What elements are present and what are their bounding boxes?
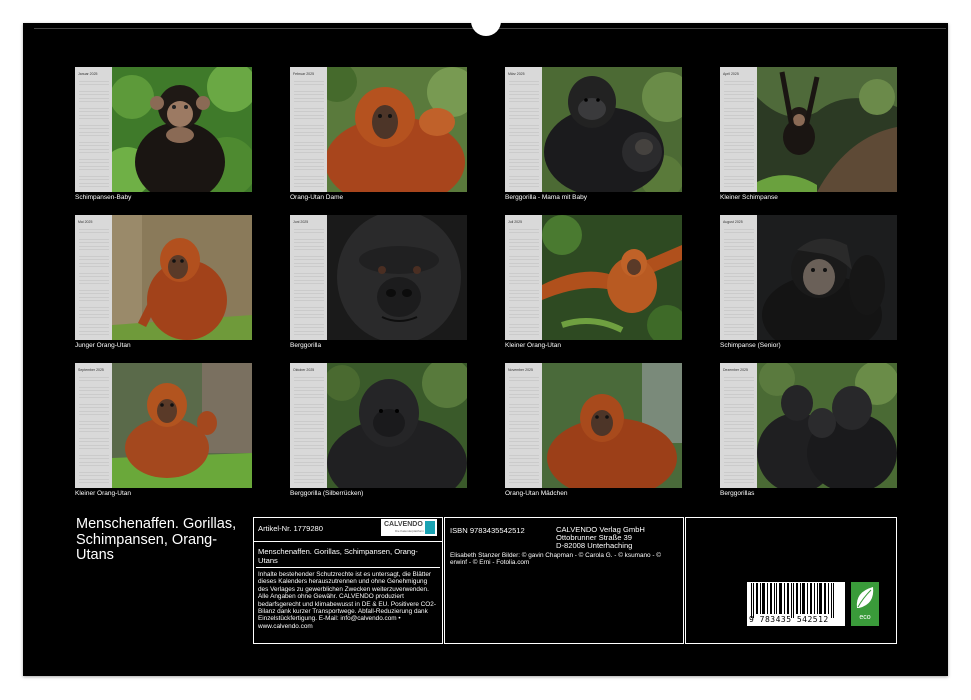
photo-orangutan-girl [542, 363, 682, 488]
photo-senior-chimpanzee [757, 215, 897, 340]
mini-calendar: Mai 2025 [75, 215, 113, 340]
eco-label: eco [859, 614, 871, 621]
month-label: Juni 2025 [293, 220, 309, 224]
eco-badge: eco [851, 582, 879, 626]
calvendo-logo: CALVENDO Die Kalenderplattform [381, 519, 437, 536]
month-label: März 2025 [508, 72, 525, 76]
month-tile-january[interactable]: Januar 2025 Schimpansen-Baby [75, 67, 252, 201]
article-number: Artikel-Nr. 1779280 [258, 524, 324, 533]
photo-gorilla-face [327, 215, 467, 340]
photo-caption: Berggorilla - Mama mit Baby [505, 194, 587, 201]
month-label: August 2025 [723, 220, 743, 224]
barcode-bars [751, 583, 834, 618]
photo-credits: Elisabeth Stanzer Bilder: © gavin Chapma… [450, 552, 661, 567]
photo-mountain-gorilla-mother-baby [542, 67, 682, 192]
mini-calendar: März 2025 [505, 67, 543, 192]
photo-caption: Schimpanse (Senior) [720, 342, 781, 349]
month-label: Januar 2025 [78, 72, 98, 76]
mini-calendar: August 2025 [720, 215, 758, 340]
mini-calendar: Juni 2025 [290, 215, 328, 340]
month-tile-september[interactable]: September 2025 Kleiner Orang-Utan [75, 363, 252, 497]
month-tile-july[interactable]: Juli 2025 Kleiner Orang-Utan [505, 215, 682, 349]
mini-calendar: Januar 2025 [75, 67, 113, 192]
month-label: November 2025 [508, 368, 533, 372]
leaf-icon [856, 587, 874, 608]
photo-caption: Berggorilla (Silberrücken) [290, 490, 364, 497]
photo-caption: Orang-Utan Dame [290, 194, 344, 201]
month-label: Mai 2025 [78, 220, 93, 224]
month-tile-march[interactable]: März 2025 Berggorilla - Mama mit Baby [505, 67, 682, 201]
photo-caption: Schimpansen-Baby [75, 194, 132, 201]
month-label: Februar 2025 [293, 72, 315, 76]
month-tile-october[interactable]: Oktober 2025 Berggorilla (Silberrücken) [290, 363, 467, 497]
photo-little-chimpanzee [757, 67, 897, 192]
info-divider [256, 567, 440, 568]
photo-chimpanzee-baby [112, 67, 252, 192]
mini-calendar: April 2025 [720, 67, 758, 192]
month-label: September 2025 [78, 368, 104, 372]
month-tile-february[interactable]: Februar 2025 Orang-Utan Dame [290, 67, 467, 201]
mini-calendar: Februar 2025 [290, 67, 328, 192]
photo-silverback-gorilla [327, 363, 467, 488]
barcode: 9 783435 542512 [747, 582, 845, 626]
photo-caption: Kleiner Orang-Utan [505, 342, 561, 349]
photo-caption: Berggorilla [290, 342, 322, 349]
month-tile-april[interactable]: April 2025 Kleiner Schimpanse [720, 67, 897, 201]
month-label: April 2025 [723, 72, 739, 76]
month-tile-november[interactable]: November 2025 Orang-Utan Mädchen [505, 363, 682, 497]
month-tile-december[interactable]: Dezember 2025 Berggorillas [720, 363, 897, 497]
barcode-number: 9 783435 542512 [749, 615, 829, 624]
photo-little-orangutan [542, 215, 682, 340]
photo-mountain-gorillas [757, 363, 897, 488]
calvendo-logo-text: CALVENDO [384, 521, 423, 528]
month-tile-june[interactable]: Juni 2025 Berggorilla [290, 215, 467, 349]
legal-disclaimer: Inhalte bestehender Schutzrechte ist es … [258, 571, 436, 630]
photo-caption: Orang-Utan Mädchen [505, 490, 568, 497]
photo-caption: Kleiner Orang-Utan [75, 490, 131, 497]
photo-young-orangutan [112, 215, 252, 340]
month-label: Dezember 2025 [723, 368, 748, 372]
publisher-city: D-82008 Unterhaching [556, 541, 633, 550]
mini-calendar: September 2025 [75, 363, 113, 488]
mini-calendar: November 2025 [505, 363, 543, 488]
calvendo-logo-subtext: Die Kalenderplattform [395, 529, 425, 533]
mini-calendar: Juli 2025 [505, 215, 543, 340]
month-tile-august[interactable]: August 2025 Schimpanse (Senior) [720, 215, 897, 349]
isbn: ISBN 9783435542512 [450, 526, 525, 535]
month-label: Oktober 2025 [293, 368, 315, 372]
calvendo-logo-mark [425, 521, 435, 534]
photo-orangutan-lady [327, 67, 467, 192]
month-label: Juli 2025 [508, 220, 523, 224]
mini-calendar: Oktober 2025 [290, 363, 328, 488]
calendar-title: Menschenaffen. Gorillas, Schimpansen, Or… [76, 516, 237, 563]
photo-caption: Junger Orang-Utan [75, 342, 131, 349]
photo-little-orangutan-grass [112, 363, 252, 488]
month-tile-may[interactable]: Mai 2025 Junger Orang-Utan [75, 215, 252, 349]
photo-caption: Berggorillas [720, 490, 755, 497]
mini-calendar: Dezember 2025 [720, 363, 758, 488]
photo-caption: Kleiner Schimpanse [720, 194, 778, 201]
product-short-title: Menschenaffen. Gorillas, Schimpansen, Or… [258, 547, 418, 565]
